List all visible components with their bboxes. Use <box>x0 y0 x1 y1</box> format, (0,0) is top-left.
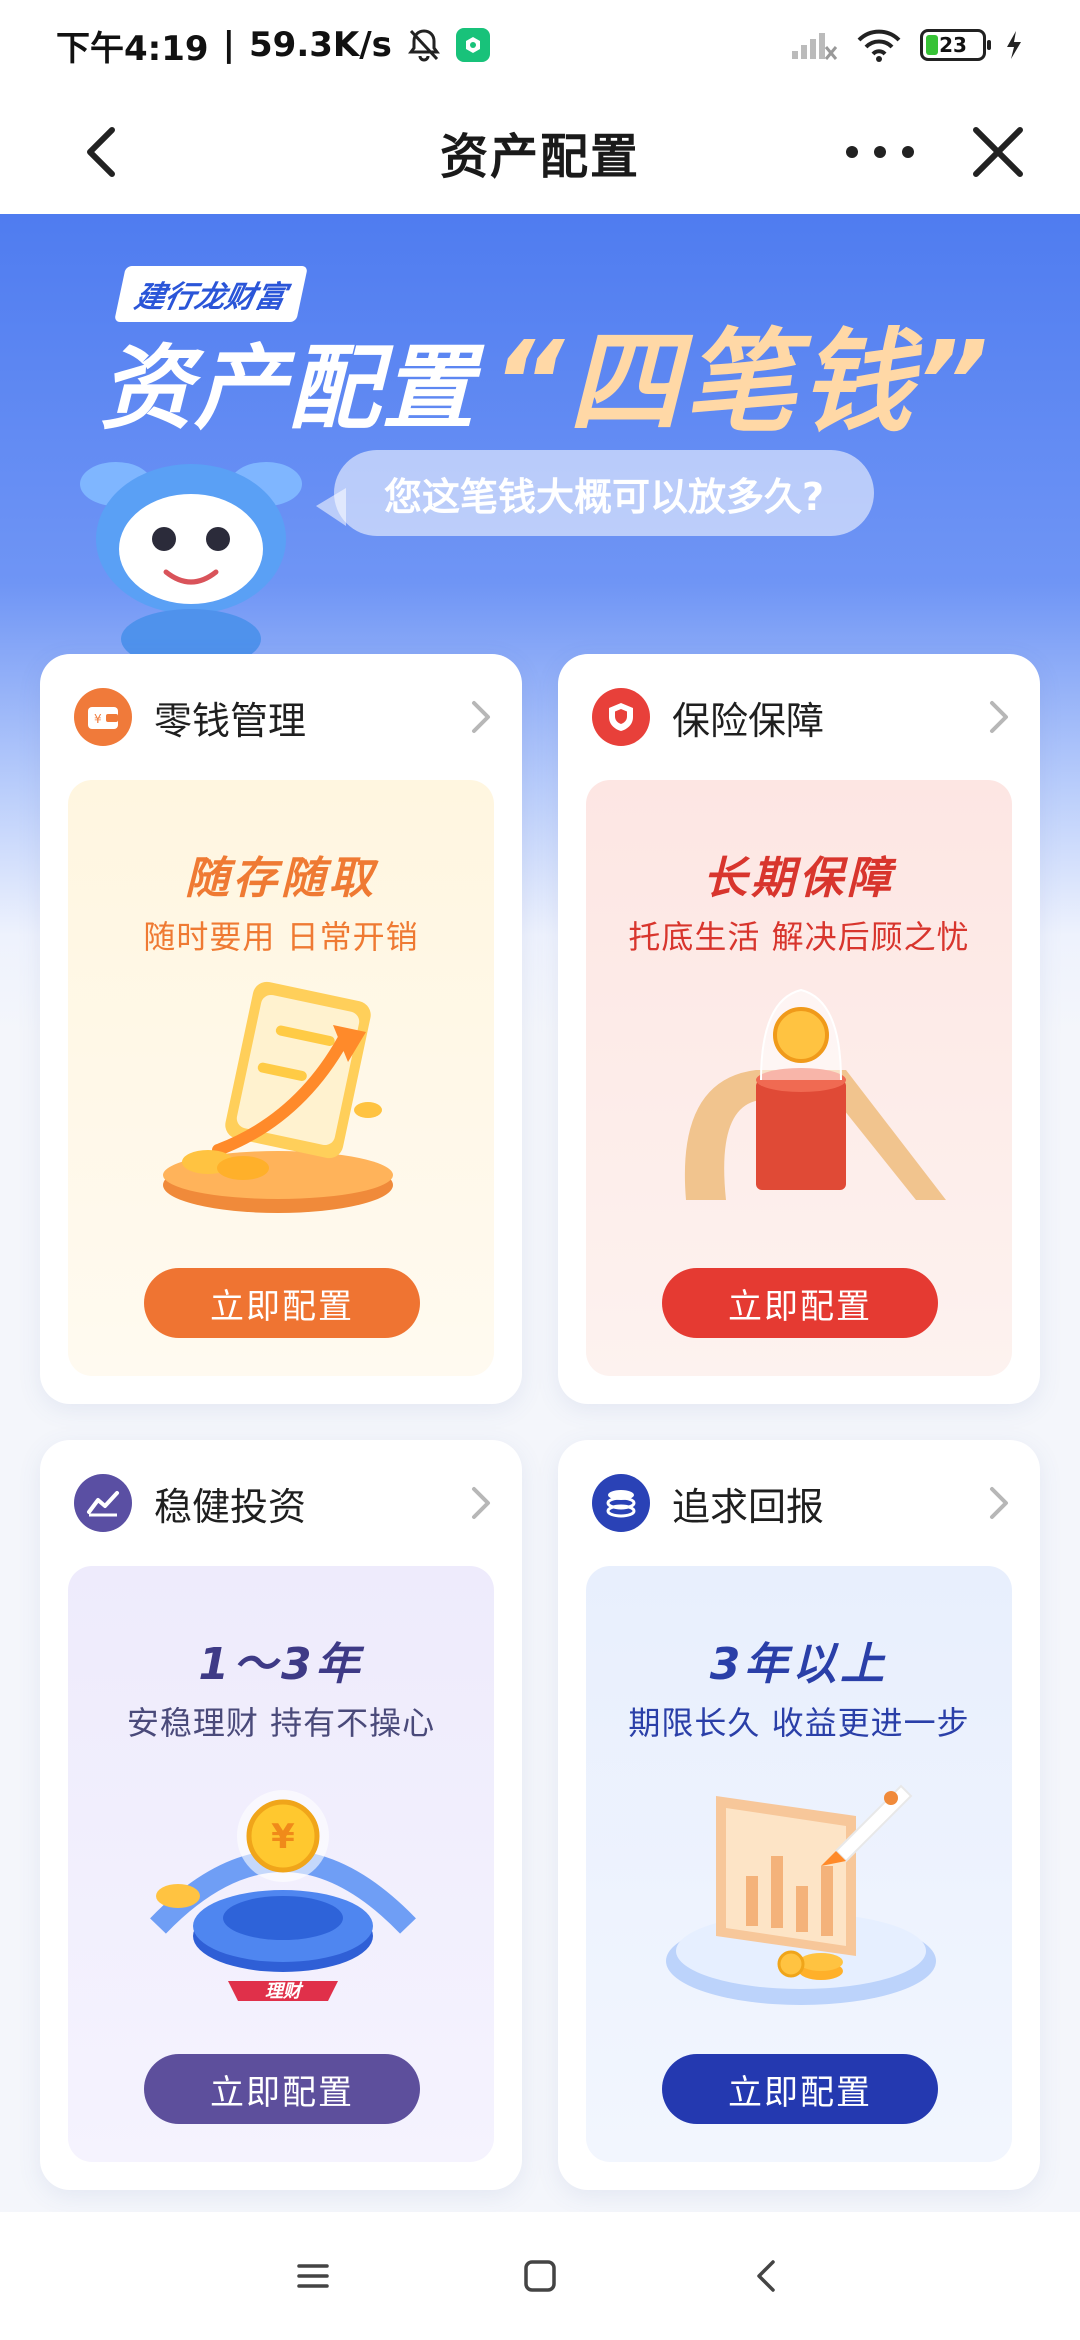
app-notification-icon <box>455 28 490 62</box>
panel-headline: 长期保障 <box>703 853 895 904</box>
close-icon[interactable] <box>968 122 1028 182</box>
status-time: 下午4:19 <box>56 28 209 69</box>
rocket-chart-illustration <box>666 1784 936 2005</box>
card-pursue-returns: 追求回报 3年以上 期限长久 收益更进一步 立即配置 <box>558 1440 1040 2190</box>
svg-text:¥: ¥ <box>94 712 102 726</box>
home-icon[interactable] <box>520 2256 560 2296</box>
status-net-speed: 59.3K/s <box>249 25 392 65</box>
shield-icon <box>592 688 650 746</box>
card-title: 稳健投资 <box>154 1484 307 1529</box>
card-header[interactable]: 稳健投资 <box>74 1470 498 1536</box>
panel-subtitle: 期限长久 收益更进一步 <box>628 1704 970 1742</box>
panel-subtitle: 安稳理财 持有不操心 <box>126 1704 436 1742</box>
hero-title: 资产配置 <box>100 335 477 442</box>
configure-button[interactable]: 立即配置 <box>144 1268 420 1338</box>
chevron-right-icon[interactable] <box>980 697 1016 737</box>
card-panel: 随存随取 随时要用 日常开销 立即配置 <box>68 780 494 1376</box>
card-panel: 3年以上 期限长久 收益更进一步 立即配置 <box>586 1566 1012 2162</box>
speech-bubble: 您这笔钱大概可以放多久? <box>316 450 874 536</box>
card-title: 追求回报 <box>672 1484 825 1529</box>
bell-off-icon <box>407 29 440 62</box>
status-separator: | <box>222 25 235 65</box>
insurance-dome-illustration <box>684 988 946 1200</box>
charging-icon <box>1007 31 1021 59</box>
wealth-platform-illustration: ¥ 理财 <box>150 1790 416 2002</box>
system-navigation-bar <box>0 2212 1080 2340</box>
card-title: 零钱管理 <box>154 698 307 743</box>
status-bar: 下午4:19 | 59.3K/s 23 <box>0 0 1080 90</box>
card-panel: 1～3年 安稳理财 持有不操心 ¥ 理财 立即配置 <box>68 1566 494 2162</box>
coin-symbol: ¥ <box>271 1817 295 1857</box>
card-header[interactable]: ¥ 零钱管理 <box>74 684 498 750</box>
menu-icon[interactable] <box>293 2256 333 2296</box>
battery-icon: 23 <box>920 29 991 61</box>
panel-headline: 随存随取 <box>185 853 377 904</box>
back-icon[interactable] <box>747 2256 787 2296</box>
wallet-icon: ¥ <box>74 688 132 746</box>
configure-button[interactable]: 立即配置 <box>144 2054 420 2124</box>
wifi-icon <box>857 29 901 62</box>
signal-icon <box>792 33 838 60</box>
battery-level: 23 <box>939 33 967 57</box>
hero-title-highlight: “四笔钱” <box>492 318 993 448</box>
panel-headline: 3年以上 <box>709 1639 889 1690</box>
nav-bar: 资产配置 <box>0 90 1080 214</box>
panel-headline: 1～3年 <box>198 1639 364 1690</box>
back-arrow-icon[interactable] <box>70 120 134 184</box>
chevron-right-icon[interactable] <box>980 1483 1016 1523</box>
mascot-illustration <box>80 462 302 664</box>
panel-subtitle: 随时要用 日常开销 <box>143 918 419 956</box>
coins-stack-icon <box>592 1474 650 1532</box>
coin-card-illustration <box>163 981 393 1213</box>
chart-trend-icon <box>74 1474 132 1532</box>
configure-button[interactable]: 立即配置 <box>662 1268 938 1338</box>
card-steady-investment: 稳健投资 1～3年 安稳理财 持有不操心 ¥ 理财 立即配置 <box>40 1440 522 2190</box>
card-insurance: 保险保障 长期保障 托底生活 解决后顾之忧 立即配置 <box>558 654 1040 1404</box>
chevron-right-icon[interactable] <box>462 1483 498 1523</box>
more-icon[interactable] <box>840 132 920 172</box>
card-header[interactable]: 追求回报 <box>592 1470 1016 1536</box>
configure-button[interactable]: 立即配置 <box>662 2054 938 2124</box>
card-header[interactable]: 保险保障 <box>592 684 1016 750</box>
panel-subtitle: 托底生活 解决后顾之忧 <box>628 918 970 956</box>
chevron-right-icon[interactable] <box>462 697 498 737</box>
licai-label: 理财 <box>265 1981 304 2002</box>
card-panel: 长期保障 托底生活 解决后顾之忧 立即配置 <box>586 780 1012 1376</box>
card-petty-cash: ¥ 零钱管理 随存随取 随时要用 日常开销 立即配置 <box>40 654 522 1404</box>
page-title: 资产配置 <box>439 129 640 185</box>
card-title: 保险保障 <box>672 698 825 743</box>
